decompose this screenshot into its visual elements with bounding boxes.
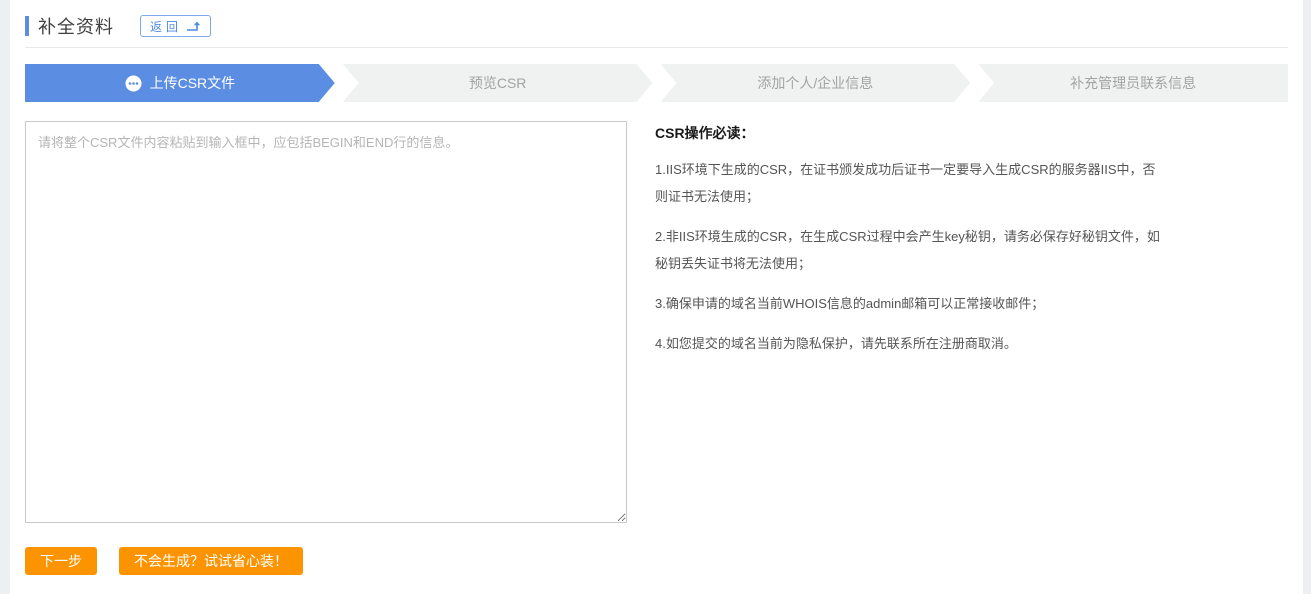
page-title: 补全资料 [38, 13, 114, 39]
csr-info-panel: CSR操作必读： 1.IIS环境下生成的CSR，在证书颁发成功后证书一定要导入生… [655, 121, 1163, 523]
step-preview-csr[interactable]: 预览CSR [343, 64, 653, 102]
action-bar: 下一步 不会生成？试试省心装！ [25, 547, 1288, 575]
step-label: 预览CSR [469, 73, 527, 93]
content-panel: 补全资料 返回 [10, 0, 1303, 594]
step-admin-contact-info[interactable]: 补充管理员联系信息 [978, 64, 1288, 102]
ellipsis-bubble-icon [125, 75, 142, 92]
step-label: 上传CSR文件 [150, 73, 236, 93]
step-label: 补充管理员联系信息 [1070, 73, 1196, 93]
header-divider [25, 47, 1288, 48]
step-upload-csr-file[interactable]: 上传CSR文件 [25, 64, 335, 102]
page: 补全资料 返回 [0, 0, 1311, 594]
page-header: 补全资料 返回 [25, 14, 1288, 38]
info-panel-heading: CSR操作必读： [655, 123, 1163, 143]
return-arrow-icon [189, 20, 201, 32]
next-step-button[interactable]: 下一步 [25, 547, 97, 575]
step-add-personal-company-info[interactable]: 添加个人/企业信息 [661, 64, 971, 102]
title-accent-bar [25, 16, 29, 36]
info-item-2: 2.非IIS环境生成的CSR，在生成CSR过程中会产生key秘钥，请务必保存好秘… [655, 223, 1163, 277]
easy-install-button[interactable]: 不会生成？试试省心装！ [119, 547, 303, 575]
step-label: 添加个人/企业信息 [757, 73, 873, 93]
main-content: CSR操作必读： 1.IIS环境下生成的CSR，在证书颁发成功后证书一定要导入生… [25, 121, 1288, 523]
info-item-1: 1.IIS环境下生成的CSR，在证书颁发成功后证书一定要导入生成CSR的服务器I… [655, 156, 1163, 210]
back-button[interactable]: 返回 [140, 15, 211, 37]
stepper: 上传CSR文件 预览CSR 添加个人/企业信息 补充管理员联系信息 [25, 64, 1288, 102]
back-button-label: 返回 [150, 18, 182, 35]
info-item-3: 3.确保申请的域名当前WHOIS信息的admin邮箱可以正常接收邮件； [655, 290, 1163, 317]
info-item-4: 4.如您提交的域名当前为隐私保护，请先联系所在注册商取消。 [655, 330, 1163, 357]
csr-content-input[interactable] [25, 121, 627, 523]
